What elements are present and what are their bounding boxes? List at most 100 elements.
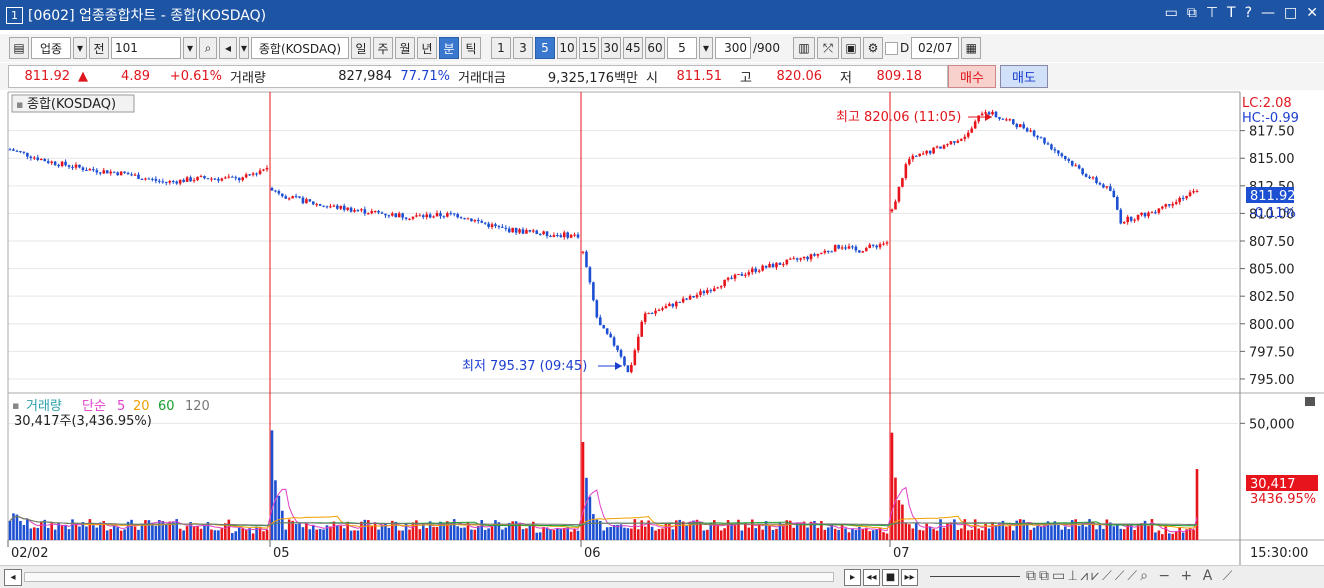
candle — [963, 136, 967, 139]
volume-bar — [775, 528, 778, 540]
interval-60[interactable]: 60 — [645, 37, 665, 59]
period-day[interactable]: 일 — [351, 37, 371, 59]
volume-bar — [133, 526, 137, 540]
all-button[interactable]: 전 — [89, 37, 109, 59]
sell-button[interactable]: 매도 — [1000, 65, 1048, 88]
volume-bar — [284, 529, 288, 540]
link-icon[interactable]: ⧉ — [1187, 5, 1197, 21]
volume-bar — [262, 531, 265, 540]
save-icon[interactable]: ▣ — [841, 37, 861, 59]
interval-select[interactable]: 5 — [667, 37, 697, 59]
volume-bar — [1102, 528, 1105, 540]
vol-ma-name: 단순 — [82, 399, 106, 414]
crosshair-icon[interactable]: ⤱ — [817, 37, 839, 59]
interval-5[interactable]: 5 — [535, 37, 555, 59]
volume-bar — [1119, 528, 1123, 540]
zoom-slider[interactable] — [930, 576, 1020, 577]
pin-icon[interactable]: ⊤ — [1206, 5, 1218, 21]
candle — [973, 121, 977, 129]
volume-bar — [549, 528, 552, 540]
date-input[interactable]: 02/07 — [911, 37, 960, 59]
candle — [1012, 119, 1015, 125]
gear-icon[interactable]: ⚙ — [863, 37, 883, 59]
period-year[interactable]: 년 — [417, 37, 437, 59]
drawing-tools[interactable]: ⧉⧉▭⟂⩘⩗⟋⟋⟋⌕ − + A ⟋ — [1026, 568, 1235, 584]
interval-10[interactable]: 10 — [557, 37, 577, 59]
period-month[interactable]: 월 — [395, 37, 415, 59]
volume-bar — [178, 528, 182, 540]
interval-1[interactable]: 1 — [491, 37, 511, 59]
volume-bar — [196, 525, 199, 540]
candle-icon[interactable]: ▥ — [793, 37, 815, 59]
maximize-icon[interactable]: □ — [1284, 5, 1297, 21]
interval-3[interactable]: 3 — [513, 37, 533, 59]
candle — [946, 144, 949, 146]
high-value: 820.06 — [776, 69, 823, 84]
interval-45[interactable]: 45 — [623, 37, 643, 59]
volume-bar — [1039, 526, 1043, 540]
code-input[interactable]: 101 — [111, 37, 181, 59]
font-icon[interactable]: T — [1227, 5, 1236, 21]
layout-icon[interactable]: ▤ — [9, 37, 29, 59]
candle — [1150, 212, 1154, 214]
chevron-down-icon[interactable]: ▾ — [239, 37, 249, 59]
volume-bar — [294, 524, 298, 540]
category-select[interactable]: 업종 — [31, 37, 71, 59]
candle — [740, 273, 744, 276]
date-checkbox[interactable] — [885, 41, 898, 55]
candle — [373, 210, 377, 212]
volume-bar — [480, 520, 484, 540]
candle — [871, 244, 875, 246]
volume-bar — [137, 529, 140, 540]
rewind-icon[interactable]: ◂◂ — [863, 569, 880, 586]
calendar-icon[interactable]: ▦ — [961, 37, 982, 59]
candle — [255, 173, 258, 175]
volume-bar — [636, 529, 640, 540]
panel-close-icon[interactable] — [1305, 397, 1315, 406]
horizontal-scrollbar[interactable] — [24, 572, 834, 582]
candle — [664, 306, 668, 309]
count-input[interactable]: 300 — [715, 37, 751, 59]
volume-bar — [318, 528, 322, 540]
chevron-down-icon[interactable]: ▾ — [699, 37, 713, 59]
stock-chart[interactable]: 817.50815.00812.50810.00807.50805.00802.… — [0, 90, 1324, 565]
restore-icon[interactable]: ▭ — [1165, 5, 1178, 21]
forward-icon[interactable]: ▸▸ — [901, 569, 918, 586]
period-minute[interactable]: 분 — [439, 37, 459, 59]
ma20-label: 20 — [133, 399, 150, 414]
volume-bar — [991, 522, 994, 540]
volume-bar — [15, 514, 19, 540]
buy-button[interactable]: 매수 — [948, 65, 996, 88]
stop-icon[interactable]: ■ — [882, 569, 899, 586]
candle — [1018, 124, 1022, 128]
volume-bar — [854, 529, 858, 540]
chevron-down-icon[interactable]: ▾ — [73, 37, 87, 59]
volume-bar — [71, 519, 74, 540]
volume-bar — [490, 526, 494, 540]
interval-15[interactable]: 15 — [579, 37, 599, 59]
scroll-left-button[interactable]: ◂ — [4, 569, 22, 586]
candle — [294, 196, 298, 198]
close-icon[interactable]: ✕ — [1306, 5, 1318, 21]
candle — [154, 178, 158, 181]
play-icon[interactable]: ▸ — [844, 569, 861, 586]
y-tick-label: 805.00 — [1249, 263, 1295, 278]
volume-bar — [538, 532, 542, 540]
candle — [518, 229, 521, 233]
speaker-icon[interactable]: ◂ — [219, 37, 237, 59]
volume-bar — [633, 519, 637, 540]
lc-label: LC:2.08 — [1242, 96, 1292, 111]
help-icon[interactable]: ? — [1245, 5, 1252, 21]
period-week[interactable]: 주 — [373, 37, 393, 59]
minimize-icon[interactable]: — — [1261, 5, 1275, 21]
candle — [432, 216, 435, 218]
hc-label: HC:-0.99 — [1242, 111, 1299, 126]
search-icon[interactable]: ⌕ — [199, 37, 217, 59]
period-tick[interactable]: 틱 — [461, 37, 481, 59]
interval-30[interactable]: 30 — [601, 37, 621, 59]
volume-bar — [88, 519, 92, 540]
candle — [248, 174, 251, 176]
chevron-down-icon[interactable]: ▾ — [183, 37, 197, 59]
candle — [88, 169, 92, 171]
candle — [1043, 137, 1046, 144]
